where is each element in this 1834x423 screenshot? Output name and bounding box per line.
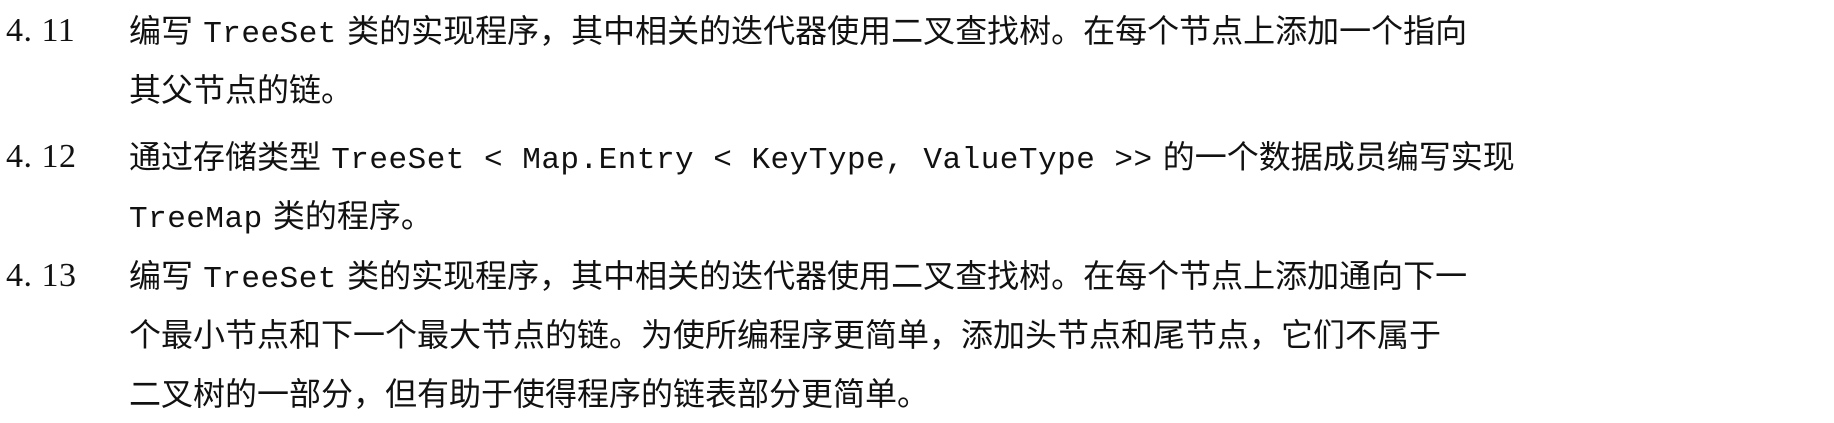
text-segment: 二叉树的一部分，但有助于使得程序的链表部分更简单。 xyxy=(129,375,930,413)
text-segment: 个最小节点和下一个最大节点的链。为使所编程序更简单，添加头节点和尾节点，它们不属… xyxy=(129,316,1442,354)
code-segment: TreeSet xyxy=(203,262,337,297)
code-segment: TreeMap xyxy=(129,202,263,237)
text-segment: 编写 xyxy=(129,12,204,50)
text-segment: 通过存储类型 xyxy=(129,138,332,176)
text-segment: 其父节点的链。 xyxy=(129,71,354,109)
exercise-line: 二叉树的一部分，但有助于使得程序的链表部分更简单。 xyxy=(129,365,929,423)
text-segment: 类的实现程序，其中相关的迭代器使用二叉查找树。在每个节点上添加一个指向 xyxy=(336,12,1468,50)
exercise-page: 4. 11 编写 TreeSet 类的实现程序，其中相关的迭代器使用二叉查找树。… xyxy=(0,0,1834,415)
text-segment: 类的实现程序，其中相关的迭代器使用二叉查找树。在每个节点上添加通向下一 xyxy=(336,257,1468,295)
text-segment: 编写 xyxy=(129,257,204,295)
exercise-number: 4. 13 xyxy=(6,257,77,294)
exercise-line: 其父节点的链。 xyxy=(129,61,353,119)
exercise-line: TreeMap 类的程序。 xyxy=(129,187,433,245)
text-segment: 类的程序。 xyxy=(262,197,433,235)
exercise-line: 个最小节点和下一个最大节点的链。为使所编程序更简单，添加头节点和尾节点，它们不属… xyxy=(129,306,1441,364)
exercise-number: 4. 12 xyxy=(6,138,77,175)
exercise-line: 通过存储类型 TreeSet < Map.Entry < KeyType, Va… xyxy=(129,128,1515,186)
exercise-line: 编写 TreeSet 类的实现程序，其中相关的迭代器使用二叉查找树。在每个节点上… xyxy=(129,2,1467,60)
code-segment: TreeSet < Map.Entry < KeyType, ValueType… xyxy=(331,143,1153,178)
exercise-line: 编写 TreeSet 类的实现程序，其中相关的迭代器使用二叉查找树。在每个节点上… xyxy=(129,247,1467,305)
exercise-number: 4. 11 xyxy=(6,12,76,49)
code-segment: TreeSet xyxy=(203,17,337,52)
text-segment: 的一个数据成员编写实现 xyxy=(1152,138,1515,176)
